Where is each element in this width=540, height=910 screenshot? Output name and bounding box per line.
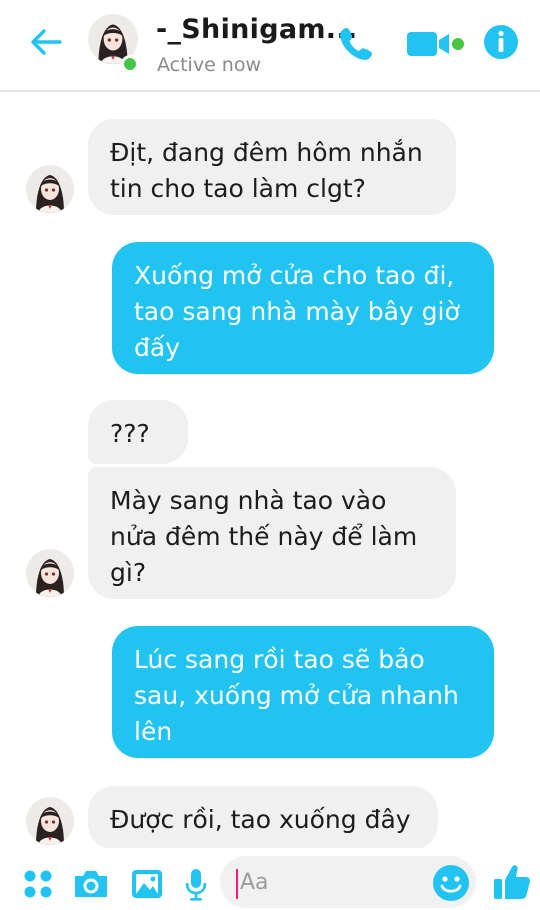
incoming-message-bubble[interactable]: Mày sang nhà tao vào nửa đêm thế này để … — [88, 467, 456, 599]
contact-avatar-small — [26, 797, 74, 845]
contact-avatar-small — [26, 549, 74, 597]
message-line: sau, xuống mở cửa nhanh — [134, 681, 459, 710]
message-line: gì? — [110, 558, 147, 587]
message-line: Mày sang nhà tao vào — [110, 486, 387, 515]
chat-header: -_Shinigam... Active now — [0, 0, 540, 92]
message-line: nửa đêm thế này để làm — [110, 522, 418, 551]
online-status-dot — [121, 55, 139, 73]
camera-icon[interactable] — [72, 868, 110, 900]
contact-avatar-small — [26, 165, 74, 213]
message-line: ??? — [110, 419, 150, 448]
active-status: Active now — [157, 54, 262, 76]
message-line: đấy — [134, 333, 180, 362]
message-line: lên — [134, 717, 173, 746]
incoming-message-bubble[interactable]: ??? — [88, 400, 188, 464]
info-icon[interactable] — [483, 24, 519, 60]
incoming-message-bubble[interactable]: Được rồi, tao xuống đây — [88, 786, 438, 850]
contact-name[interactable]: -_Shinigam... — [156, 14, 357, 45]
message-line: Địt, đang đêm hôm nhắn — [110, 138, 423, 167]
back-arrow-icon[interactable] — [26, 22, 66, 62]
emoji-icon[interactable] — [432, 864, 470, 902]
microphone-icon[interactable] — [184, 868, 208, 902]
video-icon[interactable] — [405, 28, 467, 60]
message-line: tin cho tao làm clgt? — [110, 174, 366, 203]
message-line: Được rồi, tao xuống đây — [110, 805, 411, 834]
thumbs-up-icon[interactable] — [492, 862, 532, 902]
apps-icon[interactable] — [22, 868, 54, 900]
outgoing-message-bubble[interactable]: Xuống mở cửa cho tao đi, tao sang nhà mà… — [112, 242, 494, 374]
message-input-placeholder: Aa — [240, 870, 269, 895]
gallery-icon[interactable] — [130, 868, 164, 900]
outgoing-message-bubble[interactable]: Lúc sang rồi tao sẽ bảo sau, xuống mở cử… — [112, 626, 494, 758]
incoming-message-bubble[interactable]: Địt, đang đêm hôm nhắn tin cho tao làm c… — [88, 119, 456, 215]
message-line: Xuống mở cửa cho tao đi, — [134, 261, 455, 290]
text-cursor — [236, 869, 238, 899]
message-line: Lúc sang rồi tao sẽ bảo — [134, 645, 425, 674]
message-line: tao sang nhà mày bây giờ — [134, 297, 460, 326]
phone-icon[interactable] — [336, 24, 376, 64]
